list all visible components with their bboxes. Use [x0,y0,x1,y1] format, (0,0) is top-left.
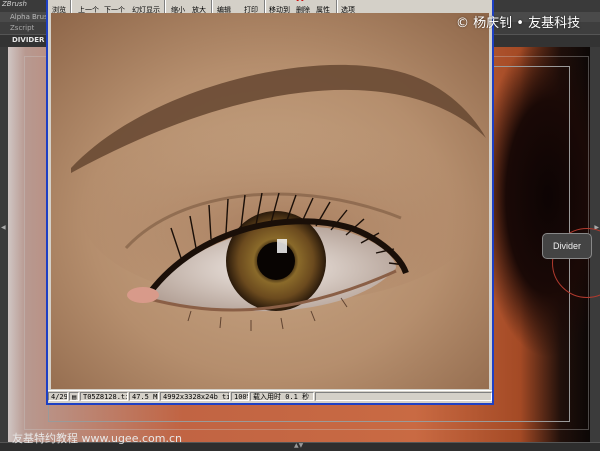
copyright-watermark: © 杨庆钊 • 友基科技 [456,16,581,31]
file-icon: ▤ [69,392,79,401]
menu-item-alpha[interactable]: Alpha [10,13,30,21]
status-filesize: 47.5 MB [129,392,159,401]
status-index: 4/29 [48,392,68,401]
eye-photo-illustration [51,13,489,389]
viewer-toolbar: 浏览 上一个 下一个 幻灯显示 缩小 放大 编辑 打印 移动到 删除 属性 选项 [48,0,492,14]
app-title: ZBrush [2,0,27,8]
bottom-tray-arrow-icon[interactable]: ▲▼ [294,442,303,449]
left-tray-arrow-icon[interactable]: ◀ [1,224,6,231]
toolbar-separator [70,0,72,13]
divider-button[interactable]: Divider [542,233,592,259]
viewer-statusbar: 4/29 ▤ T05Z8128.tif 47.5 MB 4992x3328x24… [48,390,492,402]
menu-item-zscript[interactable]: Zscript [10,24,34,32]
eye-photo [51,13,489,389]
image-viewer-window[interactable]: 浏览 上一个 下一个 幻灯显示 缩小 放大 编辑 打印 移动到 删除 属性 选项… [46,0,494,405]
footer-credit: 友基特约教程 www.ugee.com.cn [12,432,182,445]
toolbar-separator [336,0,338,13]
status-empty-panel [315,392,492,401]
delete-x-icon [296,0,304,2]
status-zoom: 100% [231,392,249,401]
divider-title: DIVIDER [12,36,45,44]
toolbar-separator [211,0,213,13]
status-filename: T05Z8128.tif [80,392,128,401]
status-dimensions: 4992x3328x24b tiff [160,392,230,401]
left-tray[interactable] [0,47,8,442]
toolbar-separator [164,0,166,13]
status-load-time: 载入用时 0.1 秒 [250,392,314,401]
toolbar-separator [264,0,266,13]
